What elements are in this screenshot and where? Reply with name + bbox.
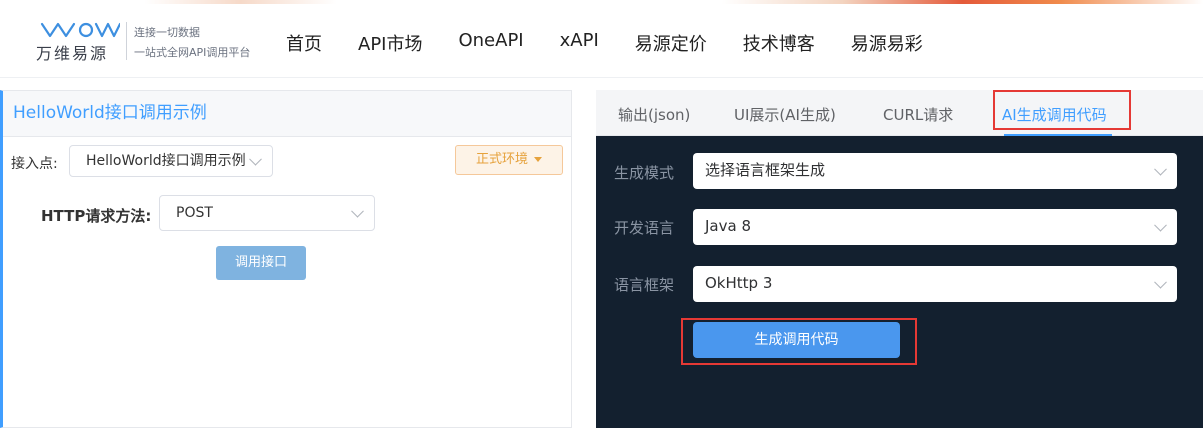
chevron-down-icon (249, 152, 262, 166)
caret-down-icon (534, 157, 542, 162)
framework-label: 语言框架 (614, 276, 675, 294)
chevron-down-icon (1154, 275, 1167, 289)
environment-dropdown[interactable]: 正式环境 (455, 145, 563, 175)
logo-text: 万维易源 (36, 44, 109, 63)
framework-select[interactable]: OkHttp 3 (693, 266, 1177, 302)
nav-item-api-market[interactable]: API市场 (358, 30, 422, 56)
language-select[interactable]: Java 8 (693, 209, 1177, 245)
logo-divider (126, 22, 127, 60)
active-tab-indicator (1004, 134, 1112, 136)
highlight-box-generate (681, 318, 917, 365)
output-panel: 输出(json) UI展示(AI生成) CURL请求 AI生成调用代码 生成模式… (596, 90, 1203, 428)
tab-output-json[interactable]: 输出(json) (618, 104, 690, 125)
http-method-select[interactable]: POST (159, 195, 375, 231)
environment-label: 正式环境 (475, 152, 528, 167)
mode-select-value: 选择语言框架生成 (705, 161, 826, 179)
slogan-line-2: 一站式全网API调用平台 (134, 46, 251, 59)
http-method-value: POST (176, 205, 213, 221)
main-nav: 首页 API市场 OneAPI xAPI 易源定价 技术博客 易源易彩 (286, 30, 959, 56)
request-panel: HelloWorld接口调用示例 接入点: HelloWorld接口调用示例 正… (0, 90, 572, 428)
invoke-api-button[interactable]: 调用接口 (216, 246, 306, 280)
entry-select-value: HelloWorld接口调用示例 (86, 153, 246, 169)
panel-title: HelloWorld接口调用示例 (3, 91, 571, 137)
tab-curl-request[interactable]: CURL请求 (883, 104, 953, 125)
nav-item-home[interactable]: 首页 (286, 30, 322, 56)
highlight-box-tab (993, 90, 1131, 130)
logo-wave-icon (40, 22, 120, 38)
nav-item-blog[interactable]: 技术博客 (743, 30, 815, 56)
entry-select[interactable]: HelloWorld接口调用示例 (69, 145, 273, 177)
chevron-down-icon (1154, 218, 1167, 232)
tab-ui-display[interactable]: UI展示(AI生成) (734, 104, 836, 125)
chevron-down-icon (1154, 162, 1167, 176)
entry-label: 接入点: (11, 156, 58, 172)
nav-item-xapi[interactable]: xAPI (560, 30, 599, 56)
framework-select-value: OkHttp 3 (705, 274, 773, 292)
nav-item-yiyuan-yicai[interactable]: 易源易彩 (851, 30, 923, 56)
site-header: 万维易源 连接一切数据 一站式全网API调用平台 首页 API市场 OneAPI… (0, 4, 1203, 78)
nav-item-oneapi[interactable]: OneAPI (458, 30, 523, 56)
logo[interactable]: 万维易源 (36, 18, 120, 64)
slogan-line-1: 连接一切数据 (134, 26, 200, 39)
language-label: 开发语言 (614, 219, 675, 237)
mode-label: 生成模式 (614, 164, 675, 182)
language-select-value: Java 8 (705, 217, 751, 235)
mode-select[interactable]: 选择语言框架生成 (693, 153, 1177, 189)
chevron-down-icon (351, 204, 364, 218)
nav-item-pricing[interactable]: 易源定价 (635, 30, 707, 56)
http-method-label: HTTP请求方法: (41, 207, 152, 225)
